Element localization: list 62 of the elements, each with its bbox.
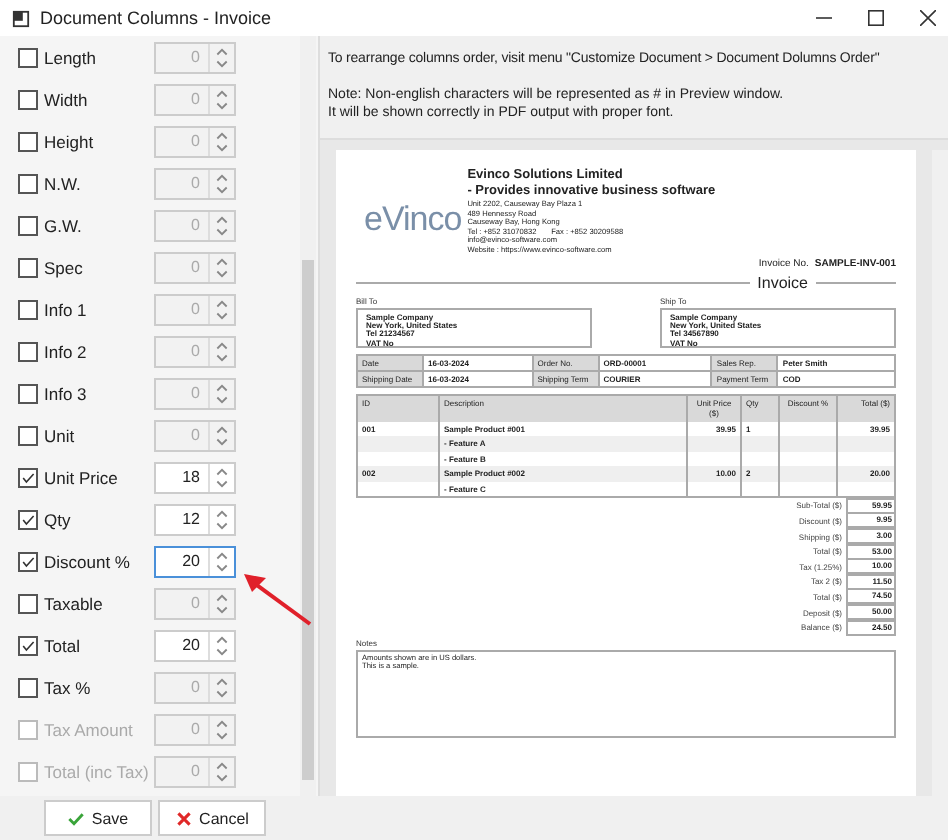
checkbox[interactable] xyxy=(18,509,38,529)
checkbox[interactable] xyxy=(18,677,38,697)
number-spinner[interactable]: 0 xyxy=(154,209,236,241)
column-label: Height xyxy=(44,131,96,151)
number-spinner[interactable]: 0 xyxy=(154,251,236,283)
arrow-icon xyxy=(242,572,314,628)
scrollbar-thumb[interactable] xyxy=(302,260,314,780)
column-label: Total xyxy=(44,635,82,655)
column-label: Qty xyxy=(44,509,73,529)
number-spinner[interactable]: 0 xyxy=(154,419,236,451)
number-spinner[interactable]: 0 xyxy=(154,83,236,115)
window-title: Document Columns - Invoice xyxy=(40,8,272,28)
column-label: Info 2 xyxy=(44,341,89,361)
column-label: Taxable xyxy=(44,593,105,613)
number-spinner[interactable]: 0 xyxy=(154,671,236,703)
maximize-icon[interactable] xyxy=(868,10,884,26)
number-spinner[interactable]: 0 xyxy=(154,293,236,325)
app-icon xyxy=(12,9,30,27)
save-button[interactable]: Save xyxy=(44,800,152,836)
number-spinner[interactable]: 0 xyxy=(154,377,236,409)
column-label: Spec xyxy=(44,257,85,277)
close-icon[interactable] xyxy=(920,10,936,26)
checkbox[interactable] xyxy=(18,299,38,319)
checkbox[interactable] xyxy=(18,257,38,277)
checkbox[interactable] xyxy=(18,383,38,403)
column-label: Info 1 xyxy=(44,299,89,319)
column-label: Total (inc Tax) xyxy=(44,761,151,781)
number-spinner[interactable]: 20 xyxy=(154,629,236,661)
checkbox[interactable] xyxy=(18,89,38,109)
checkbox[interactable] xyxy=(18,173,38,193)
column-label: Width xyxy=(44,89,90,109)
number-spinner[interactable]: 0 xyxy=(154,587,236,619)
column-label: Length xyxy=(44,47,98,67)
number-spinner[interactable]: 20 xyxy=(154,545,236,577)
checkbox[interactable] xyxy=(18,215,38,235)
column-label: N.W. xyxy=(44,173,83,193)
number-spinner[interactable]: 18 xyxy=(154,461,236,493)
checkmark-icon xyxy=(67,811,84,825)
number-spinner[interactable]: 12 xyxy=(154,503,236,535)
checkbox[interactable] xyxy=(18,593,38,613)
column-label: G.W. xyxy=(44,215,84,235)
number-spinner[interactable]: 0 xyxy=(154,167,236,199)
checkbox[interactable] xyxy=(18,635,38,655)
checkbox[interactable] xyxy=(18,551,38,571)
column-label: Info 3 xyxy=(44,383,89,403)
invoice-title: Invoice xyxy=(757,273,808,292)
column-label: Unit Price xyxy=(44,467,120,487)
logo: eVinco xyxy=(364,199,462,240)
column-label: Tax % xyxy=(44,677,93,697)
number-spinner[interactable]: 0 xyxy=(154,335,236,367)
close-icon xyxy=(175,811,192,825)
checkbox[interactable] xyxy=(18,47,38,67)
column-label: Discount % xyxy=(44,551,132,571)
checkbox[interactable] xyxy=(18,467,38,487)
checkbox[interactable] xyxy=(18,425,38,445)
checkbox[interactable] xyxy=(18,341,38,361)
number-spinner[interactable]: 0 xyxy=(154,125,236,157)
number-spinner[interactable]: 0 xyxy=(154,41,236,73)
column-label: Tax Amount xyxy=(44,719,135,739)
column-label: Unit xyxy=(44,425,77,445)
cancel-button[interactable]: Cancel xyxy=(158,800,266,836)
checkbox[interactable] xyxy=(18,131,38,151)
